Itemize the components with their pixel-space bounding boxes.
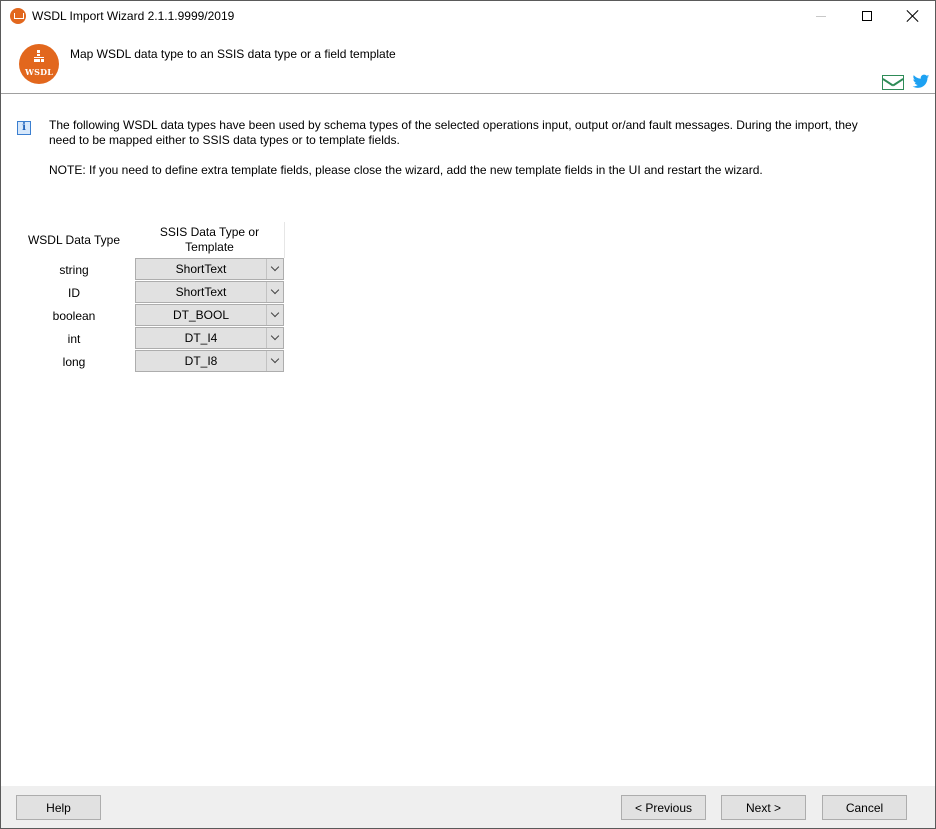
hierarchy-icon: [34, 50, 44, 64]
wizard-header: WSDL Map WSDL data type to an SSIS data …: [1, 31, 935, 94]
chevron-down-icon: [270, 331, 280, 341]
select-value: DT_BOOL: [172, 308, 229, 322]
help-button[interactable]: Help: [16, 795, 101, 820]
row-label-int: int: [67, 332, 81, 346]
dropdown-arrow[interactable]: [266, 282, 283, 302]
chevron-down-icon: [270, 262, 280, 272]
info-note: NOTE: If you need to define extra templa…: [49, 163, 763, 177]
info-icon: i: [17, 121, 31, 135]
select-value: DT_I4: [184, 331, 218, 345]
minimize-button[interactable]: [798, 1, 844, 31]
logo-text: WSDL: [24, 67, 54, 77]
chevron-down-icon: [270, 308, 280, 318]
row-label-string: string: [59, 263, 89, 277]
type-select-int[interactable]: DT_I4: [135, 327, 284, 349]
type-select-long[interactable]: DT_I8: [135, 350, 284, 372]
app-icon: [10, 8, 26, 24]
dropdown-arrow[interactable]: [266, 351, 283, 371]
maximize-button[interactable]: [844, 1, 890, 31]
type-select-id[interactable]: ShortText: [135, 281, 284, 303]
select-value: ShortText: [175, 262, 227, 276]
column-header-wsdl: WSDL Data Type: [27, 233, 121, 247]
type-select-string[interactable]: ShortText: [135, 258, 284, 280]
twitter-icon[interactable]: [912, 74, 930, 90]
row-label-long: long: [62, 355, 86, 369]
wizard-window: WSDL Import Wizard 2.1.1.9999/2019 WSDL …: [0, 0, 936, 829]
chevron-down-icon: [270, 285, 280, 295]
previous-button[interactable]: < Previous: [621, 795, 706, 820]
mail-icon[interactable]: [882, 75, 904, 90]
window-title: WSDL Import Wizard 2.1.1.9999/2019: [32, 9, 235, 23]
chevron-down-icon: [270, 354, 280, 364]
maximize-icon: [862, 11, 872, 21]
dropdown-arrow[interactable]: [266, 328, 283, 348]
next-button[interactable]: Next >: [721, 795, 806, 820]
minimize-icon: [816, 15, 826, 17]
wsdl-logo: WSDL: [19, 44, 59, 84]
close-button[interactable]: [890, 1, 936, 31]
select-value: DT_I8: [184, 354, 218, 368]
title-bar: WSDL Import Wizard 2.1.1.9999/2019: [1, 1, 935, 31]
row-label-boolean: boolean: [52, 309, 96, 323]
cancel-button[interactable]: Cancel: [822, 795, 907, 820]
type-select-boolean[interactable]: DT_BOOL: [135, 304, 284, 326]
wizard-footer: Help < Previous Next > Cancel: [1, 786, 935, 828]
select-value: ShortText: [175, 285, 227, 299]
dropdown-arrow[interactable]: [266, 259, 283, 279]
page-title: Map WSDL data type to an SSIS data type …: [70, 47, 396, 61]
close-icon: [907, 10, 919, 22]
dropdown-arrow[interactable]: [266, 305, 283, 325]
info-description: The following WSDL data types have been …: [49, 118, 858, 147]
row-label-id: ID: [68, 286, 80, 300]
column-header-ssis: SSIS Data Type or Template: [135, 222, 285, 258]
